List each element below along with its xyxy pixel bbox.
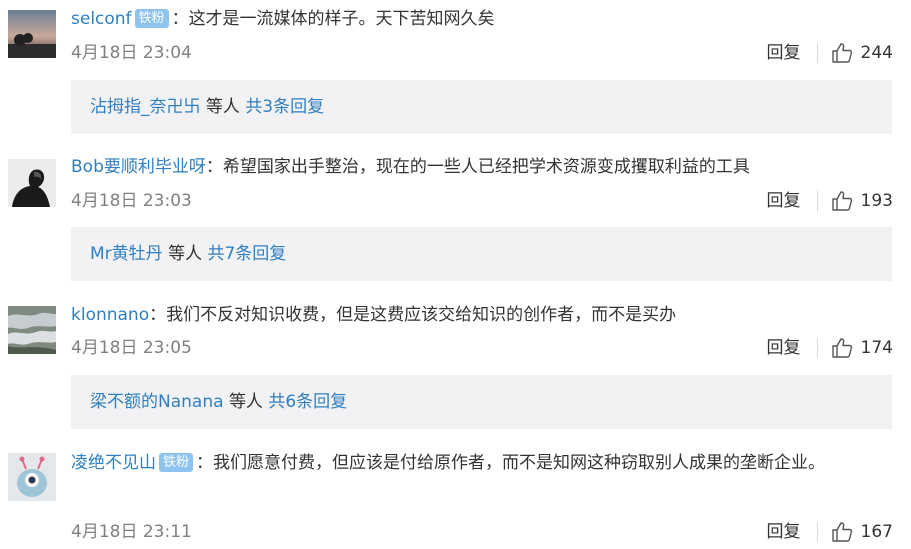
comment-line: selconf 铁粉 ：这才是一流媒体的样子。天下苦知网久矣 xyxy=(71,4,899,34)
comment-line: klonnano：我们不反对知识收费，但是这费应该交给知识的创作者，而不是买办 xyxy=(71,300,899,330)
avatar[interactable] xyxy=(8,453,56,501)
username-link[interactable]: Bob要顺利毕业呀 xyxy=(71,157,206,177)
divider xyxy=(816,191,818,211)
comment-text: 我们不反对知识收费，但是这费应该交给知识的创作者，而不是买办 xyxy=(166,305,677,325)
reply-button[interactable]: 回复 xyxy=(767,335,801,361)
timestamp: 4月18日 23:04 xyxy=(71,43,192,63)
divider xyxy=(816,43,818,63)
like-count: 244 xyxy=(860,43,893,63)
comment-actions: 回复 174 xyxy=(767,335,893,361)
replies-summary[interactable]: 梁不额的Nanana 等人 共6条回复 xyxy=(71,375,892,429)
divider xyxy=(816,522,818,542)
timestamp: 4月18日 23:11 xyxy=(71,522,192,542)
reply-user-link[interactable]: Mr黄牡丹 xyxy=(90,244,163,264)
replies-mid-text: 等人 xyxy=(205,97,240,117)
view-replies-link[interactable]: 共6条回复 xyxy=(268,392,347,412)
colon: ： xyxy=(171,9,189,29)
colon: ： xyxy=(149,305,167,325)
like-count: 167 xyxy=(860,522,893,542)
like-count: 193 xyxy=(860,191,893,211)
replies-summary[interactable]: 沾拇指_奈卍卐 等人 共3条回复 xyxy=(71,80,892,134)
comment-text: 这才是一流媒体的样子。天下苦知网久矣 xyxy=(188,9,495,29)
like-button[interactable]: 174 xyxy=(831,335,893,361)
timestamp: 4月18日 23:03 xyxy=(71,191,192,211)
replies-summary[interactable]: Mr黄牡丹 等人 共7条回复 xyxy=(71,227,892,281)
like-count: 174 xyxy=(860,338,893,358)
comment-text: 希望国家出手整治，现在的一些人已经把学术资源变成攫取利益的工具 xyxy=(222,157,750,177)
reply-button[interactable]: 回复 xyxy=(767,188,801,214)
comment-actions: 回复 193 xyxy=(767,188,893,214)
replies-mid-text: 等人 xyxy=(168,244,203,264)
like-button[interactable]: 193 xyxy=(831,188,893,214)
thumbs-up-icon xyxy=(831,338,852,358)
like-button[interactable]: 244 xyxy=(831,40,893,66)
reply-button[interactable]: 回复 xyxy=(767,519,801,545)
avatar[interactable] xyxy=(8,10,56,58)
thumbs-up-icon xyxy=(831,191,852,211)
divider xyxy=(816,338,818,358)
view-replies-link[interactable]: 共7条回复 xyxy=(207,244,286,264)
thumbs-up-icon xyxy=(831,43,852,63)
comment-line: 凌绝不见山 铁粉 ：我们愿意付费，但应该是付给原作者，而不是知网这种窃取别人成果的垄… xyxy=(71,448,891,478)
reply-button[interactable]: 回复 xyxy=(767,40,801,66)
reply-user-link[interactable]: 梁不额的Nanana xyxy=(90,392,224,412)
username-link[interactable]: selconf xyxy=(71,9,132,29)
view-replies-link[interactable]: 共3条回复 xyxy=(245,97,324,117)
comment-actions: 回复 244 xyxy=(767,40,893,66)
reply-user-link[interactable]: 沾拇指_奈卍卐 xyxy=(90,97,201,117)
colon: ： xyxy=(196,453,214,473)
like-button[interactable]: 167 xyxy=(831,519,893,545)
username-link[interactable]: 凌绝不见山 xyxy=(71,453,156,473)
comment-line: Bob要顺利毕业呀：希望国家出手整治，现在的一些人已经把学术资源变成攫取利益的工… xyxy=(71,152,899,182)
replies-mid-text: 等人 xyxy=(228,392,263,412)
comment-actions: 回复 167 xyxy=(767,519,893,545)
colon: ： xyxy=(205,157,223,177)
avatar[interactable] xyxy=(8,306,56,354)
avatar[interactable] xyxy=(8,159,56,207)
fan-badge[interactable]: 铁粉 xyxy=(134,9,169,28)
timestamp: 4月18日 23:05 xyxy=(71,338,192,358)
comment-text: 我们愿意付费，但应该是付给原作者，而不是知网这种窃取别人成果的垄断企业。 xyxy=(213,453,826,473)
username-link[interactable]: klonnano xyxy=(71,305,149,325)
fan-badge[interactable]: 铁粉 xyxy=(159,453,194,472)
thumbs-up-icon xyxy=(831,522,852,542)
